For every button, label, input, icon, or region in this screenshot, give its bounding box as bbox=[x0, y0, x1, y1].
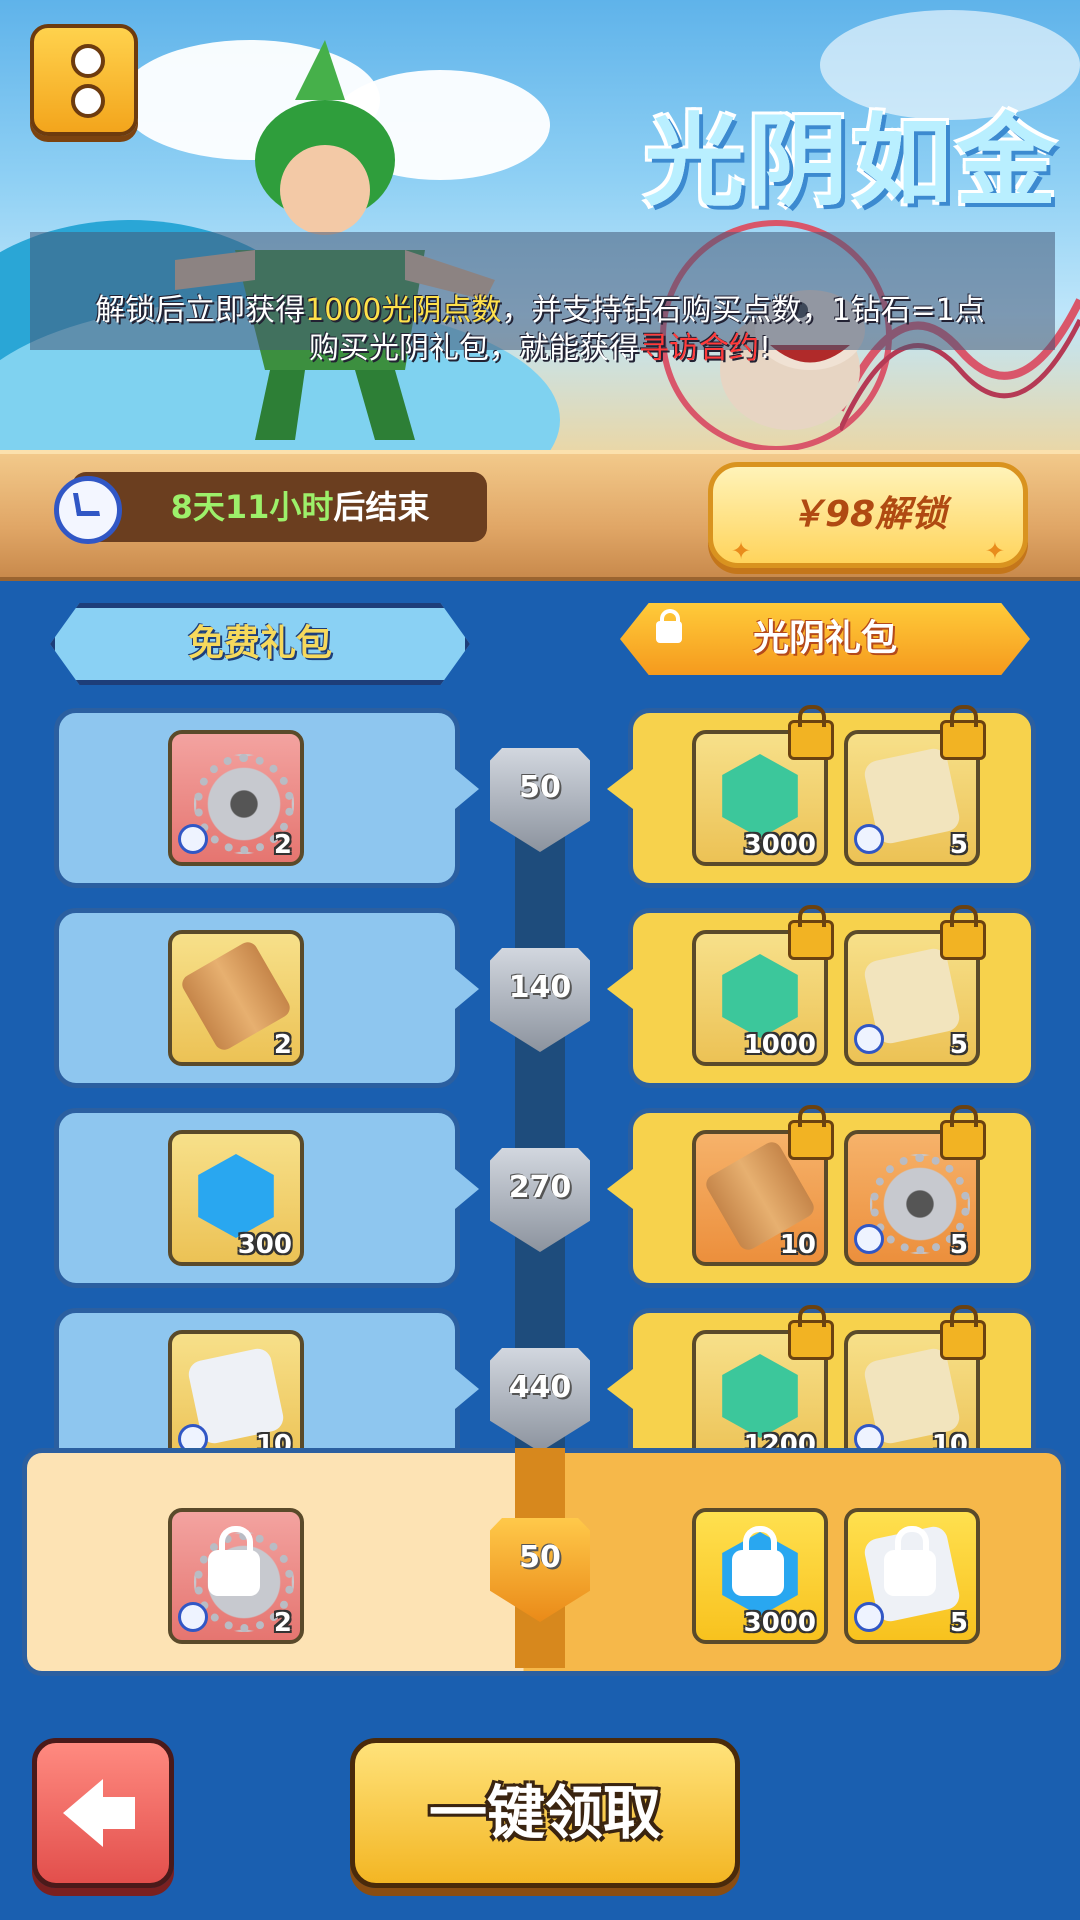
reward-item[interactable]: 2 bbox=[168, 930, 304, 1066]
level-number: 50 bbox=[519, 770, 561, 805]
clock-icon bbox=[854, 1602, 884, 1632]
reward-item[interactable]: 10 bbox=[844, 1305, 986, 1466]
lock-icon bbox=[884, 1526, 936, 1596]
green-gem-icon bbox=[722, 954, 798, 1038]
item-quantity: 5 bbox=[949, 830, 968, 860]
clock-icon bbox=[178, 824, 208, 854]
reward-item[interactable]: 3000 bbox=[692, 705, 834, 866]
claim-all-label: 一键领取 bbox=[428, 1779, 661, 1847]
paid-track-header: 光阴礼包 bbox=[620, 603, 1030, 675]
menu-dot-icon bbox=[71, 44, 105, 78]
menu-dot-icon bbox=[71, 84, 105, 118]
clock-icon bbox=[178, 1602, 208, 1632]
reward-item[interactable]: 2 bbox=[168, 730, 304, 866]
item-quantity: 5 bbox=[949, 1230, 968, 1260]
menu-button[interactable] bbox=[30, 24, 138, 136]
hero-banner: 光阴如金 bbox=[0, 0, 1080, 450]
padlock-icon bbox=[940, 1305, 986, 1360]
level-shield: 140 bbox=[490, 948, 590, 1052]
sparkle-icon: ✦ bbox=[984, 537, 1005, 565]
padlock-icon bbox=[788, 705, 834, 760]
reward-item[interactable]: 10 bbox=[692, 1105, 834, 1266]
countdown-text: 8天11小时后结束 bbox=[120, 482, 480, 528]
reward-item[interactable]: 2 bbox=[168, 1508, 304, 1644]
item-quantity: 1000 bbox=[743, 1030, 816, 1060]
lock-icon bbox=[656, 609, 682, 643]
countdown-value: 8天11小时 bbox=[170, 488, 334, 526]
claim-all-button[interactable]: 一键领取 bbox=[350, 1738, 740, 1888]
reward-item[interactable]: 10 bbox=[168, 1330, 304, 1466]
page-title: 光阴如金 bbox=[644, 103, 1060, 220]
reward-item[interactable]: 5 bbox=[844, 1508, 980, 1644]
item-quantity: 2 bbox=[273, 830, 292, 860]
padlock-icon bbox=[940, 705, 986, 760]
clock-icon bbox=[854, 824, 884, 854]
item-quantity: 3000 bbox=[743, 1608, 816, 1638]
free-track-header: 免费礼包 bbox=[50, 603, 470, 685]
item-quantity: 5 bbox=[949, 1030, 968, 1060]
desc-text: ，并支持钻石购买点数，1钻石=1点 bbox=[501, 293, 985, 328]
item-quantity: 300 bbox=[237, 1230, 292, 1260]
level-number: 440 bbox=[508, 1370, 572, 1405]
lock-icon bbox=[208, 1526, 260, 1596]
description-text: 解锁后立即获得1000光阴点数，并支持钻石购买点数，1钻石=1点 购买光阴礼包，… bbox=[40, 292, 1040, 368]
reward-item[interactable]: 5 bbox=[844, 705, 986, 866]
description-line-1: 解锁后立即获得1000光阴点数，并支持钻石购买点数，1钻石=1点 bbox=[40, 292, 1040, 330]
back-button[interactable] bbox=[32, 1738, 174, 1888]
item-quantity: 2 bbox=[273, 1608, 292, 1638]
desc-text: 购买光阴礼包，就能获得 bbox=[308, 331, 639, 366]
item-quantity: 5 bbox=[949, 1608, 968, 1638]
reward-item[interactable]: 1200 bbox=[692, 1305, 834, 1466]
level-shield: 50 bbox=[490, 1518, 590, 1622]
level-shield: 440 bbox=[490, 1348, 590, 1452]
padlock-icon bbox=[788, 905, 834, 960]
level-number: 140 bbox=[508, 970, 572, 1005]
clock-icon bbox=[54, 476, 122, 544]
item-quantity: 3000 bbox=[743, 830, 816, 860]
level-number: 270 bbox=[508, 1170, 572, 1205]
blue-gem-icon bbox=[198, 1154, 274, 1238]
green-gem-icon bbox=[722, 754, 798, 838]
sparkle-icon: ✦ bbox=[731, 537, 752, 565]
level-number: 50 bbox=[519, 1540, 561, 1575]
desc-highlight: 1000光阴点数 bbox=[305, 293, 502, 328]
padlock-icon bbox=[788, 1305, 834, 1360]
back-arrow-icon bbox=[63, 1779, 135, 1847]
item-quantity: 2 bbox=[273, 1030, 292, 1060]
free-track-label: 免费礼包 bbox=[187, 623, 332, 664]
reward-item[interactable]: 1000 bbox=[692, 905, 834, 1066]
level-shield: 270 bbox=[490, 1148, 590, 1252]
clock-icon bbox=[854, 1024, 884, 1054]
unlock-button[interactable]: ✦ ￥98解锁 ✦ bbox=[708, 462, 1028, 568]
item-quantity: 10 bbox=[779, 1230, 816, 1260]
desc-text: 解锁后立即获得 bbox=[95, 293, 306, 328]
green-gem-icon bbox=[722, 1354, 798, 1438]
padlock-icon bbox=[788, 1105, 834, 1160]
level-shield: 50 bbox=[490, 748, 590, 852]
clock-icon bbox=[854, 1224, 884, 1254]
lock-icon bbox=[732, 1526, 784, 1596]
reward-item[interactable]: 5 bbox=[844, 905, 986, 1066]
reward-item[interactable]: 5 bbox=[844, 1105, 986, 1266]
unlock-label: ￥98解锁 bbox=[788, 494, 948, 535]
reward-item[interactable]: 300 bbox=[168, 1130, 304, 1266]
countdown-suffix: 后结束 bbox=[333, 488, 430, 526]
desc-text: ! bbox=[758, 331, 772, 366]
paid-track-label: 光阴礼包 bbox=[752, 618, 897, 659]
description-line-2: 购买光阴礼包，就能获得寻访合约! bbox=[40, 330, 1040, 368]
padlock-icon bbox=[940, 1105, 986, 1160]
desc-highlight-red: 寻访合约 bbox=[638, 331, 759, 366]
padlock-icon bbox=[940, 905, 986, 960]
reward-item[interactable]: 3000 bbox=[692, 1508, 828, 1644]
